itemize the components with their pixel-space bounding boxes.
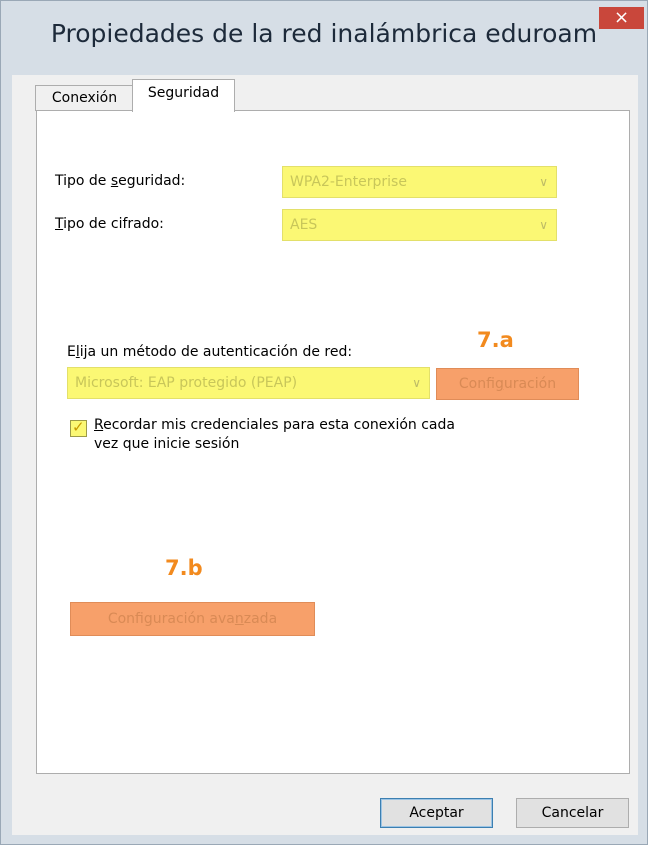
auth-method-select[interactable]: Microsoft: EAP protegido (PEAP) ∨ [67,367,430,399]
dialog-window: Propiedades de la red inalámbrica eduroa… [0,0,648,845]
cancel-button[interactable]: Cancelar [516,798,629,828]
chevron-down-icon: ∨ [539,175,548,189]
cipher-type-select[interactable]: AES ∨ [282,209,557,241]
cipher-type-label: Tipo de cifrado: [55,216,164,232]
ok-button[interactable]: Aceptar [380,798,493,828]
advanced-settings-button[interactable]: Configuración avanzada [70,602,315,636]
dialog-body: Conexión Seguridad Tipo de seguridad: WP… [12,75,638,835]
cipher-type-value: AES [290,217,318,233]
chevron-down-icon: ∨ [412,376,421,390]
close-icon: × [613,7,630,28]
security-type-select[interactable]: WPA2-Enterprise ∨ [282,166,557,198]
checkmark-icon: ✓ [72,418,85,436]
security-type-value: WPA2-Enterprise [290,174,407,190]
remember-credentials-checkbox[interactable]: ✓ [70,418,87,437]
remember-credentials-label: Recordar mis credenciales para esta cone… [94,417,455,452]
tab-conexion-label: Conexión [51,90,118,106]
window-title: Propiedades de la red inalámbrica eduroa… [50,19,598,48]
chevron-down-icon: ∨ [539,218,548,232]
auth-method-value: Microsoft: EAP protegido (PEAP) [75,375,298,391]
auth-method-label: Elija un método de autenticación de red: [67,344,353,360]
close-button[interactable]: × [599,7,644,29]
security-type-label: Tipo de seguridad: [55,173,186,189]
step-annotation-7b: 7.b [165,556,203,580]
auth-config-button[interactable]: Configuración [436,368,579,400]
security-tab-panel: Tipo de seguridad: WPA2-Enterprise ∨ Tip… [36,110,630,774]
tab-conexion[interactable]: Conexión [35,85,134,111]
step-annotation-7a: 7.a [477,328,514,352]
tab-seguridad[interactable]: Seguridad [132,79,235,112]
tab-seguridad-label: Seguridad [147,85,220,101]
title-bar: Propiedades de la red inalámbrica eduroa… [1,1,647,73]
